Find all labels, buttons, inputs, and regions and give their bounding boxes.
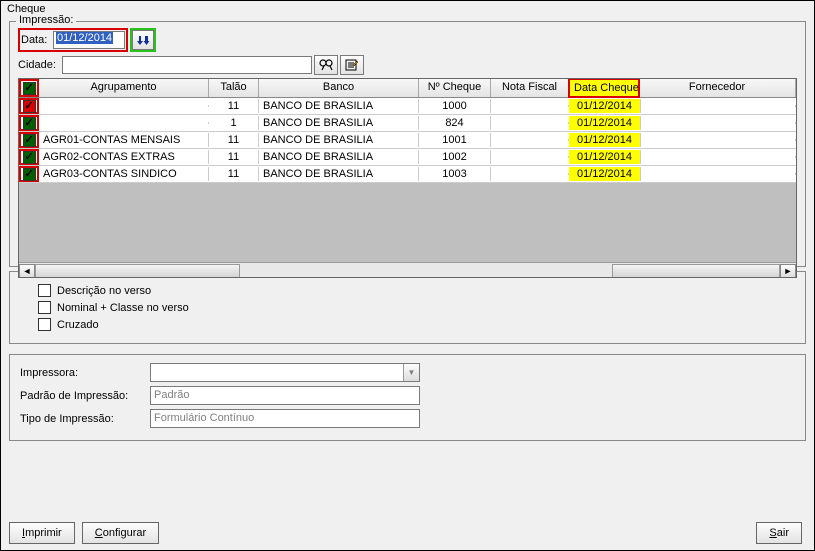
row-checkbox[interactable]	[23, 134, 36, 147]
col-talao[interactable]: Talão	[209, 79, 259, 97]
impressao-fieldset: Impressão: Data: 01/12/2014 Cidade:	[9, 21, 806, 267]
cell-talao: 11	[209, 150, 259, 164]
window-title: Cheque	[1, 1, 814, 17]
data-label: Data:	[21, 34, 53, 46]
horizontal-scrollbar[interactable]: ◄ ►	[19, 262, 796, 278]
cell-banco: BANCO DE BRASILIA	[259, 99, 419, 113]
select-all-checkbox[interactable]	[23, 82, 36, 95]
col-nota-fiscal[interactable]: Nota Fiscal	[491, 79, 569, 97]
table-row[interactable]: 1BANCO DE BRASILIA824 01/12/2014	[19, 115, 796, 132]
col-ncheque[interactable]: Nº Cheque	[419, 79, 491, 97]
cell-fornecedor	[641, 156, 796, 158]
cell-data-cheque: 01/12/2014	[569, 167, 641, 181]
cell-fornecedor	[641, 173, 796, 175]
table-row[interactable]: AGR03-CONTAS SINDICO11BANCO DE BRASILIA1…	[19, 166, 796, 183]
descricao-verso-checkbox[interactable]: Descrição no verso	[38, 284, 777, 297]
cell-banco: BANCO DE BRASILIA	[259, 150, 419, 164]
row-checkbox[interactable]	[23, 168, 36, 181]
chevron-down-icon[interactable]: ▼	[403, 364, 419, 381]
cell-talao: 11	[209, 99, 259, 113]
cell-nf	[491, 156, 569, 158]
cheque-grid: Agrupamento Talão Banco Nº Cheque Nota F…	[18, 78, 797, 278]
sair-button[interactable]: Sair	[756, 522, 802, 544]
grid-empty-area	[19, 183, 796, 262]
cell-ncheque: 1003	[419, 167, 491, 181]
cell-agrupamento: AGR01-CONTAS MENSAIS	[39, 133, 209, 147]
col-data-cheque[interactable]: Data Cheque	[568, 78, 640, 98]
cell-agrupamento: AGR03-CONTAS SINDICO	[39, 167, 209, 181]
properties-icon-button[interactable]	[340, 55, 364, 75]
grid-body: 11BANCO DE BRASILIA100001/12/20141BANCO …	[19, 98, 796, 183]
cell-talao: 1	[209, 116, 259, 130]
scroll-left-arrow-icon[interactable]: ◄	[19, 264, 35, 278]
cell-nf	[491, 173, 569, 175]
row-checkbox[interactable]	[23, 100, 36, 113]
nominal-classe-checkbox[interactable]: Nominal + Classe no verso	[38, 301, 777, 314]
table-row[interactable]: 11BANCO DE BRASILIA1000 01/12/2014	[19, 98, 796, 115]
cell-fornecedor	[641, 139, 796, 141]
col-banco[interactable]: Banco	[259, 79, 419, 97]
impressora-label: Impressora:	[20, 367, 150, 379]
printer-panel: Impressora: ▼ Padrão de Impressão: Padrã…	[9, 354, 806, 441]
configurar-button[interactable]: Configurar	[82, 522, 159, 544]
bottom-bar: Imprimir Configurar Sair	[9, 522, 806, 544]
row-checkbox[interactable]	[23, 151, 36, 164]
cell-data-cheque: 01/12/2014	[569, 150, 641, 164]
tipo-label: Tipo de Impressão:	[20, 413, 150, 425]
cell-fornecedor	[641, 105, 796, 107]
scroll-thumb-right[interactable]	[612, 264, 780, 278]
cell-nf	[491, 105, 569, 107]
cell-talao: 11	[209, 133, 259, 147]
padrao-input[interactable]: Padrão	[150, 386, 420, 405]
table-row[interactable]: AGR02-CONTAS EXTRAS11BANCO DE BRASILIA10…	[19, 149, 796, 166]
cell-banco: BANCO DE BRASILIA	[259, 116, 419, 130]
data-input[interactable]: 01/12/2014	[53, 31, 125, 49]
cell-agrupamento	[39, 122, 209, 124]
cell-ncheque: 824	[419, 116, 491, 130]
col-fornecedor[interactable]: Fornecedor	[639, 79, 796, 97]
cidade-label: Cidade:	[18, 59, 62, 71]
cell-data-cheque: 01/12/2014	[569, 133, 641, 147]
impressao-legend: Impressão:	[16, 14, 76, 26]
cell-ncheque: 1002	[419, 150, 491, 164]
cell-data-cheque: 01/12/2014	[569, 116, 641, 130]
cell-nf	[491, 139, 569, 141]
cell-ncheque: 1000	[419, 99, 491, 113]
cell-nf	[491, 122, 569, 124]
cell-fornecedor	[641, 122, 796, 124]
cell-talao: 11	[209, 167, 259, 181]
cheque-window: Cheque Impressão: Data: 01/12/2014 Cidad…	[0, 0, 815, 551]
impressora-combo[interactable]: ▼	[150, 363, 420, 382]
col-agrupamento[interactable]: Agrupamento	[39, 79, 209, 97]
search-icon-button[interactable]	[314, 55, 338, 75]
cell-banco: BANCO DE BRASILIA	[259, 167, 419, 181]
cell-ncheque: 1001	[419, 133, 491, 147]
tipo-input[interactable]: Formulário Contínuo	[150, 409, 420, 428]
padrao-label: Padrão de Impressão:	[20, 390, 150, 402]
options-panel: Descrição no verso Nominal + Classe no v…	[9, 271, 806, 344]
cidade-input[interactable]	[62, 56, 312, 74]
scroll-thumb-left[interactable]	[35, 264, 240, 278]
cell-agrupamento: AGR02-CONTAS EXTRAS	[39, 150, 209, 164]
apply-date-down-button[interactable]	[132, 30, 154, 50]
row-checkbox[interactable]	[23, 117, 36, 130]
scroll-right-arrow-icon[interactable]: ►	[780, 264, 796, 278]
cell-banco: BANCO DE BRASILIA	[259, 133, 419, 147]
imprimir-button[interactable]: Imprimir	[9, 522, 75, 544]
cruzado-checkbox[interactable]: Cruzado	[38, 318, 777, 331]
cell-data-cheque: 01/12/2014	[569, 99, 641, 113]
cell-agrupamento	[39, 105, 209, 107]
table-row[interactable]: AGR01-CONTAS MENSAIS11BANCO DE BRASILIA1…	[19, 132, 796, 149]
grid-header: Agrupamento Talão Banco Nº Cheque Nota F…	[19, 79, 796, 98]
